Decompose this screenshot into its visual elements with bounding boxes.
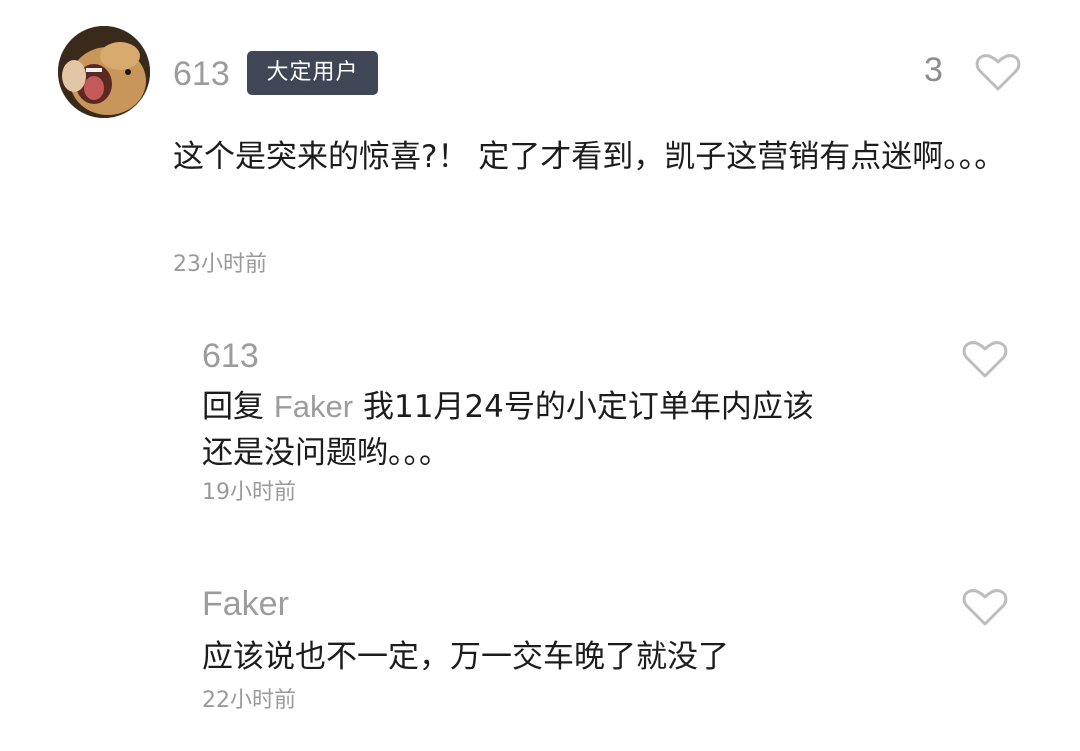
reply-text: 应该说也不一定，万一交车晚了就没了 [202,639,729,675]
comment-username[interactable]: 613 [173,54,230,94]
reply-text-line2: 还是没问题哟。。。 [202,435,450,471]
reply-timestamp: 19小时前 [202,480,296,505]
reply-text-line1: 我11月24号的小定订单年内应该 [362,389,814,425]
reply-prefix: 回复 [202,389,264,425]
shiba-dog-avatar-image [58,26,150,118]
comment-timestamp: 23小时前 [173,252,267,277]
comment-main: 613 大定用户 3 这个是突来的惊喜?！ 定了才看到，凯子这营销有点迷啊。。。… [0,0,1080,300]
user-badge: 大定用户 [247,51,378,95]
reply-text: 回复 Faker 我11月24号的小定订单年内应该 还是没问题哟。。。 [202,384,962,476]
reply-timestamp: 22小时前 [202,688,296,713]
like-count: 3 [924,51,943,89]
heart-outline-icon[interactable] [975,53,1021,93]
heart-outline-icon[interactable] [962,340,1008,380]
heart-outline-icon[interactable] [962,588,1008,628]
comment-text: 这个是突来的惊喜?！ 定了才看到，凯子这营销有点迷啊。。。 [173,139,1006,175]
reply-username[interactable]: Faker [202,584,289,624]
reply-item: Faker 应该说也不一定，万一交车晚了就没了 22小时前 [0,568,1080,738]
reply-item: 613 回复 Faker 我11月24号的小定订单年内应该 还是没问题哟。。。 … [0,320,1080,520]
avatar[interactable] [58,26,150,118]
mention-username[interactable]: Faker [274,389,353,424]
reply-username[interactable]: 613 [202,336,259,376]
